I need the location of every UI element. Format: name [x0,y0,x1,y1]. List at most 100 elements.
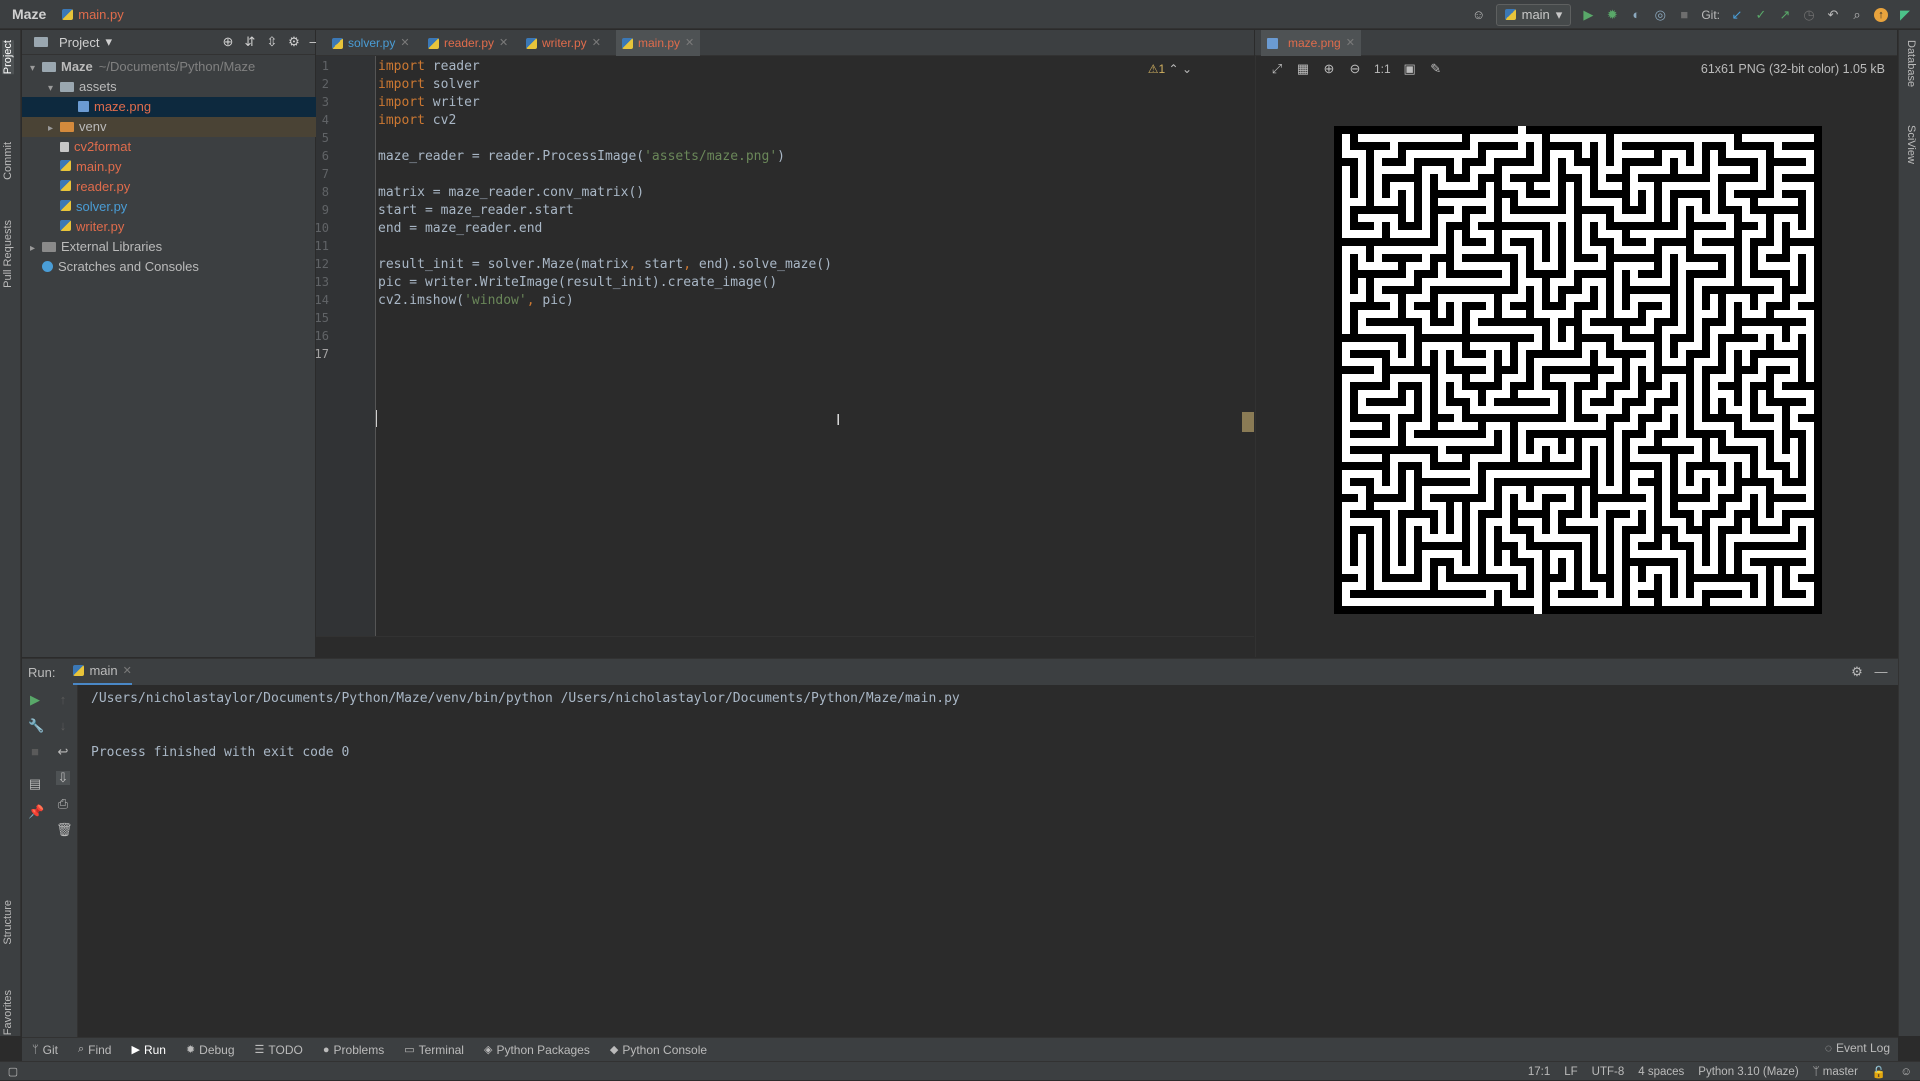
tool-window-commit[interactable]: Commit [2,142,14,180]
grid-icon[interactable]: ▦ [1296,62,1310,76]
zoom-in-icon[interactable]: ⊕ [1322,62,1336,76]
close-icon[interactable]: ✕ [1346,30,1355,56]
close-icon[interactable]: ✕ [123,664,132,677]
git-push-icon[interactable]: ↗ [1778,7,1792,22]
breadcrumb-file[interactable]: main.py [62,7,124,22]
jetbrains-logo-icon[interactable]: ◤ [1898,7,1912,22]
collapse-all-icon[interactable]: ⇳ [265,35,279,49]
actual-size-button[interactable]: 1:1 [1374,62,1391,76]
tree-item[interactable]: ▾ Maze ~/Documents/Python/Maze [22,57,323,77]
git-commit-icon[interactable]: ✓ [1754,7,1768,22]
tool-window-database[interactable]: Database [1905,40,1917,87]
fit-icon[interactable]: ⤢ [1270,62,1284,76]
wrench-icon[interactable]: 🔧 [28,719,44,733]
chevron-up-icon[interactable]: ⌃ [1169,62,1179,76]
chevron-down-icon[interactable]: ⌄ [1182,62,1192,76]
tool-window-todo[interactable]: ☰ TODO [255,1043,303,1057]
tool-window-structure[interactable]: Structure [2,900,14,945]
tool-window-debug[interactable]: ✹ Debug [186,1043,235,1057]
tool-window-pull-requests[interactable]: Pull Requests [2,220,14,288]
chevron-right-icon[interactable]: ▸ [48,119,60,139]
stop-icon[interactable]: ■ [1677,7,1691,22]
caret-position[interactable]: 17:1 [1528,1066,1550,1078]
indent-setting[interactable]: 4 spaces [1638,1066,1684,1078]
expand-all-icon[interactable]: ⇵ [243,35,257,49]
chevron-down-icon[interactable]: ▾ [105,34,112,50]
hide-icon[interactable]: — [1874,665,1888,679]
tree-item[interactable]: writer.py [22,217,341,237]
file-encoding[interactable]: UTF-8 [1592,1066,1625,1078]
code-editor[interactable]: ⚠1 ⌃ ⌄ I import reader import solver impor… [376,56,1254,636]
tool-window-run[interactable]: ▶ Run [131,1043,165,1057]
project-view-select[interactable]: Project [59,35,99,50]
tree-item[interactable]: cv2format [22,137,341,157]
tree-item[interactable]: solver.py [22,197,341,217]
chevron-down-icon[interactable]: ▾ [30,59,42,79]
tool-window-sciview[interactable]: SciView [1905,125,1917,164]
chevron-right-icon[interactable]: ▸ [30,239,42,259]
inspection-widget[interactable]: ⚠1 ⌃ ⌄ [1148,62,1192,76]
debug-icon[interactable]: ✹ [1605,7,1619,22]
close-icon[interactable]: ✕ [685,30,694,56]
coverage-icon[interactable]: ◐ [1629,7,1643,22]
editor-horizontal-scroll[interactable] [316,636,1254,657]
editor-tab[interactable]: reader.py ✕ [422,30,514,56]
toggle-tool-windows-icon[interactable]: ▢ [6,1065,20,1079]
run-icon[interactable]: ▶ [1581,7,1595,22]
tree-item[interactable]: ▾ assets [22,77,341,97]
up-arrow-icon[interactable]: ↑ [56,693,70,707]
color-picker-icon[interactable]: ✎ [1429,62,1443,76]
editor-tab[interactable]: main.py ✕ [616,30,701,59]
close-icon[interactable]: ✕ [499,30,508,56]
tool-window-python-packages[interactable]: ◈ Python Packages [484,1043,590,1057]
tool-window-project[interactable]: Project [2,40,14,75]
python-interpreter[interactable]: Python 3.10 (Maze) [1698,1066,1798,1078]
pin-icon[interactable]: 📌 [28,805,44,819]
run-console[interactable]: /Users/nicholastaylor/Documents/Python/M… [78,685,1884,1037]
history-icon[interactable]: ◷ [1802,7,1816,22]
locate-icon[interactable]: ⊕ [221,35,235,49]
tree-item[interactable]: Scratches and Consoles [22,257,323,277]
scroll-to-end-icon[interactable]: ⇩ [56,771,70,785]
git-update-icon[interactable]: ↙ [1730,7,1744,22]
background-icon[interactable]: ▣ [1403,62,1417,76]
tree-item[interactable]: ▸ External Libraries [22,237,323,257]
scrollbar-marker[interactable] [1242,412,1254,432]
tab-maze-png[interactable]: maze.png ✕ [1261,30,1361,59]
close-icon[interactable]: ✕ [592,30,601,56]
profile-icon[interactable]: ◎ [1653,7,1667,22]
tool-window-python-console[interactable]: ◆ Python Console [610,1043,707,1057]
tree-item[interactable]: main.py [22,157,341,177]
event-log-button[interactable]: ◌ Event Log [1825,1041,1890,1055]
close-icon[interactable]: ✕ [400,30,409,56]
user-icon[interactable]: ☺ [1472,7,1486,22]
tree-item[interactable]: reader.py [22,177,341,197]
run-config-select[interactable]: main ▾ [1495,3,1572,26]
chevron-down-icon[interactable]: ▾ [48,79,60,99]
trash-icon[interactable]: 🗑 [56,823,73,837]
gear-icon[interactable]: ⚙ [287,35,301,49]
zoom-out-icon[interactable]: ⊖ [1348,62,1362,76]
run-tab-main[interactable]: main ✕ [73,659,132,686]
gear-icon[interactable]: ⚙ [1850,665,1864,679]
search-icon[interactable]: ⌕ [1850,7,1864,22]
tool-window-terminal[interactable]: ▭ Terminal [404,1043,464,1057]
rollback-icon[interactable]: ↶ [1826,7,1840,22]
down-arrow-icon[interactable]: ↓ [56,719,70,733]
stop-icon[interactable]: ■ [28,745,42,759]
notifications-icon[interactable]: ☺ [1900,1066,1912,1078]
update-icon[interactable]: ↑ [1874,7,1888,22]
rerun-icon[interactable]: ▶ [28,693,42,707]
line-separator[interactable]: LF [1564,1066,1577,1078]
tool-window-problems[interactable]: ● Problems [323,1043,384,1057]
tree-item[interactable]: ▸ venv [22,117,341,137]
tool-window-git[interactable]: ᛘ Git [32,1043,58,1057]
editor-tab[interactable]: solver.py ✕ [326,30,416,56]
layout-icon[interactable]: ▤ [28,777,42,791]
git-branch[interactable]: ᛘ master [1813,1066,1858,1078]
project-name[interactable]: Maze [12,6,46,22]
tool-window-favorites[interactable]: Favorites [2,990,14,1035]
editor-tab[interactable]: writer.py ✕ [520,30,607,56]
lock-icon[interactable]: 🔓 [1872,1065,1886,1079]
print-icon[interactable]: ⎙ [56,797,70,811]
